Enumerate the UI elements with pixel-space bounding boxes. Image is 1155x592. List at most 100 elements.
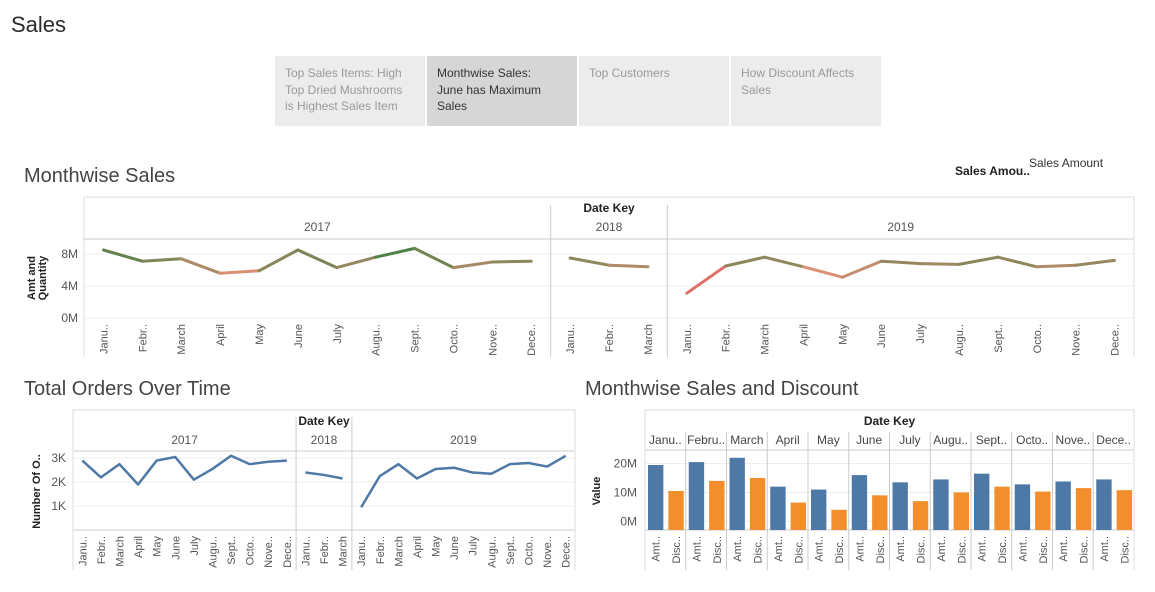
series-line-segment [218,269,261,275]
bar-amount [811,489,827,530]
bar-label: Disc.. [1079,536,1091,564]
month-label: July [915,324,927,344]
month-label: May [254,324,266,345]
month-label: June [876,324,888,348]
bar-label: Disc.. [956,536,968,564]
month-header: Nove.. [1056,433,1091,447]
month-label: Febr.. [721,324,733,352]
y-tick-label: 1K [51,499,66,513]
year-header: 2018 [596,220,623,234]
series-line-segment [335,255,378,270]
y-tick-label: 8M [61,247,78,261]
y-tick-label: 10M [614,485,637,499]
year-header: 2018 [311,433,338,447]
month-label: May [431,536,443,557]
bar-label: Disc.. [997,536,1009,564]
y-axis-label: Number Of O.. [31,454,43,529]
bar-label: Amt.. [1017,536,1029,562]
series-line-segment [140,257,183,263]
y-axis-label: Amt andQuantity [26,255,49,300]
month-label: Nove.. [487,324,499,356]
series-line-segment [879,259,922,266]
orders-series-line [81,454,287,486]
series-line-segment [957,255,1000,266]
series-line-segment [101,248,144,263]
month-label: Dece.. [526,324,538,356]
month-label: Janu.. [682,324,694,354]
month-label: Febr.. [96,536,108,564]
month-label: Octo.. [448,324,460,353]
bar-amount [974,473,990,530]
bar-label: Disc.. [834,536,846,564]
orders-series-line [360,454,567,508]
month-header: April [776,433,800,447]
month-label: May [837,324,849,345]
chart-title: Monthwise Sales and Discount [585,378,859,400]
year-header: 2017 [171,433,198,447]
month-label: Octo.. [245,536,257,565]
series-line-segment [724,255,767,268]
month-label: April [215,324,227,346]
month-label: Janu.. [98,324,110,354]
bar-discount [749,478,766,530]
bar-discount [994,486,1010,530]
month-label: Augu.. [207,536,219,568]
month-label: April [798,324,810,346]
month-label: Sept.. [505,536,517,565]
month-header: Febru.. [687,433,725,447]
year-header: 2017 [304,220,331,234]
bar-discount [831,509,847,530]
bar-discount [709,480,725,530]
month-label: Febr.. [604,324,616,352]
month-label: April [412,536,424,558]
bar-discount [1116,490,1132,530]
month-label: April [133,536,145,558]
bar-amount [688,462,705,530]
bar-label: Amt.. [691,536,703,562]
month-header: Dece.. [1096,433,1131,447]
bar-label: Disc.. [1119,536,1131,564]
bar-discount [912,501,929,530]
month-label: March [643,324,655,355]
orders-series-line [305,471,343,480]
series-line-segment [685,264,728,295]
month-header: Augu.. [933,433,968,447]
column-header: Date Key [864,414,916,428]
month-label: June [449,536,461,560]
bar-label: Amt.. [1058,536,1070,562]
month-header: May [817,433,840,447]
bar-discount [872,495,888,530]
y-tick-label: 4M [61,279,78,293]
bar-amount [1055,481,1071,530]
series-line-segment [490,259,533,264]
bar-discount [668,491,684,530]
series-line-segment [257,248,300,273]
column-header: Date Key [298,414,350,428]
bar-discount [1075,488,1092,530]
dashboard-charts: Monthwise Sales Date Key 0M 4M 8M Amt andQuan… [24,165,1135,570]
month-label: Dece.. [561,536,573,568]
y-tick-label: 2K [51,475,66,489]
bar-amount [851,475,868,530]
y-tick-label: 20M [614,457,637,471]
bar-discount [953,492,969,530]
month-label: Febr.. [137,324,149,352]
month-header: Sept.. [976,433,1007,447]
series-line-segment [801,265,844,279]
month-label: Nove.. [542,536,554,568]
month-label: March [114,536,126,567]
month-label: Febr.. [319,536,331,564]
series-line-segment [296,248,339,270]
month-label: Nove.. [1071,324,1083,356]
bar-label: Disc.. [793,536,805,564]
month-label: May [152,536,164,557]
month-label: Augu.. [954,324,966,356]
bar-label: Disc.. [712,536,724,564]
bar-amount [892,482,908,530]
bar-label: Amt.. [651,536,663,562]
bar-amount [648,465,664,530]
y-axis-label: Value [591,477,603,506]
month-label: Augu.. [486,536,498,568]
month-label: March [176,324,188,355]
bar-label: Disc.. [916,536,928,564]
